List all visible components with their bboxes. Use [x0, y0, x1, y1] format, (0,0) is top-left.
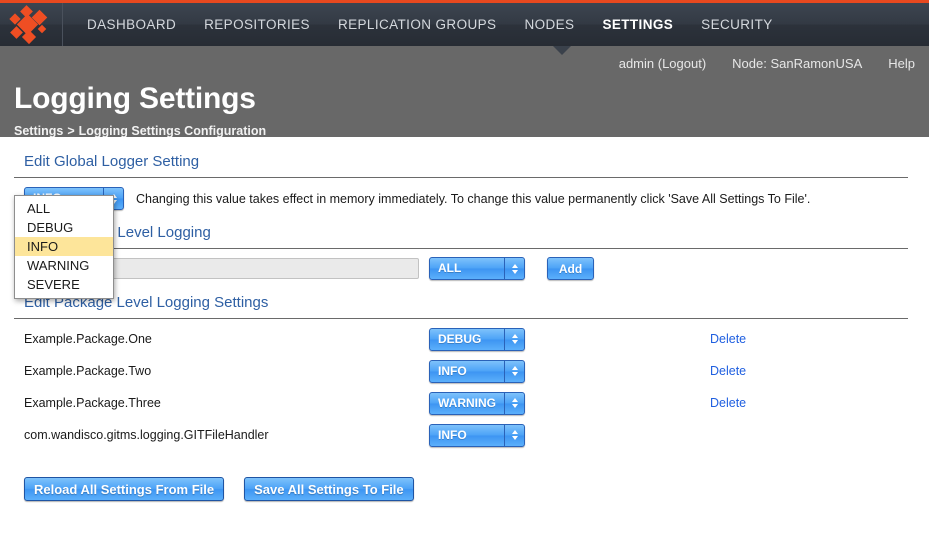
add-package-level-select[interactable]: ALL — [429, 257, 525, 280]
breadcrumb-separator: > — [67, 124, 75, 138]
section-title-edit-package: Edit Package Level Logging Settings — [14, 280, 908, 319]
package-name: Example.Package.One — [24, 332, 152, 346]
add-button[interactable]: Add — [547, 257, 594, 280]
row-level-value: INFO — [438, 363, 467, 378]
section-title-global-logger: Edit Global Logger Setting — [14, 137, 908, 178]
nav-item-replication-groups[interactable]: REPLICATION GROUPS — [324, 3, 510, 46]
row-level-select[interactable]: INFO — [429, 423, 525, 447]
breadcrumb-current: Logging Settings Configuration — [78, 124, 267, 138]
dropdown-option-debug[interactable]: DEBUG — [15, 218, 113, 237]
row-level-select[interactable]: DEBUG — [429, 327, 525, 351]
row-level-value: DEBUG — [438, 331, 482, 346]
nav-item-dashboard[interactable]: DASHBOARD — [73, 3, 190, 46]
package-level-table: Example.Package.One DEBUG Delete Example… — [14, 319, 915, 451]
top-navigation-bar: DASHBOARD REPOSITORIES REPLICATION GROUP… — [0, 0, 929, 46]
select-updown-arrows-icon — [504, 424, 524, 446]
delete-link[interactable]: Delete — [710, 364, 746, 378]
global-logger-row: INFO Changing this value takes effect in… — [14, 178, 915, 210]
user-logout-link[interactable]: admin (Logout) — [593, 56, 706, 71]
global-logger-note: Changing this value takes effect in memo… — [136, 191, 811, 206]
add-package-level-value: ALL — [438, 261, 462, 275]
wandisco-diamond-logo-icon — [9, 5, 55, 45]
nav-item-repositories[interactable]: REPOSITORIES — [190, 3, 324, 46]
select-updown-arrows-icon — [504, 328, 524, 350]
dropdown-option-warning[interactable]: WARNING — [15, 256, 113, 275]
dropdown-option-info[interactable]: INFO — [15, 237, 113, 256]
add-package-row: ALL Add — [14, 249, 915, 280]
breadcrumb-settings[interactable]: Settings — [14, 124, 63, 138]
package-name: Example.Package.Two — [24, 364, 152, 378]
table-row: Example.Package.One DEBUG Delete — [14, 323, 915, 355]
save-all-settings-button[interactable]: Save All Settings To File — [244, 477, 414, 501]
section-title-add-package: Add Package Level Logging — [14, 210, 908, 249]
breadcrumb: Settings > Logging Settings Configuration — [14, 124, 266, 138]
delete-link[interactable]: Delete — [710, 332, 746, 346]
row-level-value: WARNING — [438, 395, 496, 410]
select-updown-arrows-icon — [504, 258, 524, 279]
page-header: admin (Logout) Node: SanRamonUSA Help Lo… — [0, 46, 929, 138]
row-level-select[interactable]: INFO — [429, 359, 525, 383]
row-level-select[interactable]: WARNING — [429, 391, 525, 415]
active-tab-pointer-icon — [553, 46, 571, 55]
select-updown-arrows-icon — [504, 360, 524, 382]
header-utility-links: admin (Logout) Node: SanRamonUSA Help — [593, 56, 915, 71]
page-title: Logging Settings — [14, 82, 256, 115]
main-content: Edit Global Logger Setting INFO Changing… — [0, 137, 929, 501]
nav-item-nodes[interactable]: NODES — [510, 3, 588, 46]
help-link[interactable]: Help — [862, 56, 915, 71]
main-nav: DASHBOARD REPOSITORIES REPLICATION GROUP… — [63, 3, 787, 46]
dropdown-option-severe[interactable]: SEVERE — [15, 275, 113, 294]
reload-all-settings-button[interactable]: Reload All Settings From File — [24, 477, 225, 501]
delete-link[interactable]: Delete — [710, 396, 746, 410]
row-level-value: INFO — [438, 427, 467, 442]
table-row: Example.Package.Three WARNING Delete — [14, 387, 915, 419]
table-row: com.wandisco.gitms.logging.GITFileHandle… — [14, 419, 915, 451]
global-log-level-dropdown-menu[interactable]: ALL DEBUG INFO WARNING SEVERE — [14, 195, 114, 299]
nav-item-settings[interactable]: SETTINGS — [588, 3, 687, 46]
table-row: Example.Package.Two INFO Delete — [14, 355, 915, 387]
footer-actions: Reload All Settings From File Save All S… — [14, 451, 915, 501]
select-updown-arrows-icon — [504, 392, 524, 414]
package-name: Example.Package.Three — [24, 396, 161, 410]
node-label: Node: SanRamonUSA — [732, 56, 863, 71]
app-logo[interactable] — [0, 3, 63, 46]
nav-item-security[interactable]: SECURITY — [687, 3, 786, 46]
dropdown-option-all[interactable]: ALL — [15, 199, 113, 218]
package-name: com.wandisco.gitms.logging.GITFileHandle… — [24, 428, 269, 442]
